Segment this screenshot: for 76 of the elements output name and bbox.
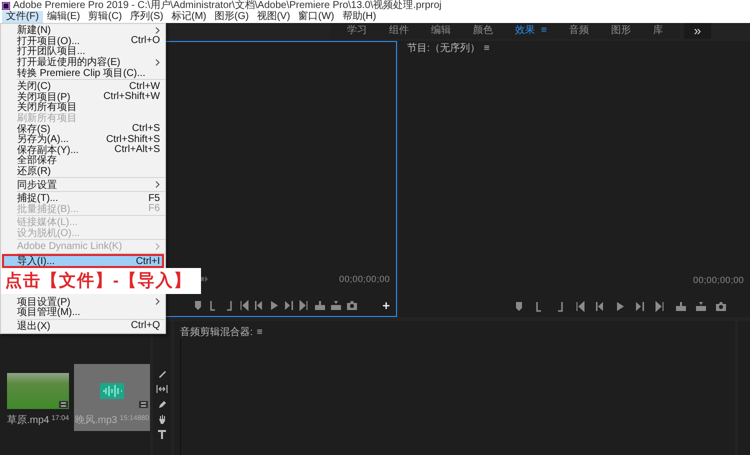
- menu-item[interactable]: 另存为(A)... Ctrl+Shift+S: [1, 134, 165, 145]
- menu-item[interactable]: 打开最近使用的内容(E): [1, 56, 165, 68]
- razor-icon[interactable]: [157, 369, 167, 379]
- menu-item[interactable]: 保存副本(Y)... Ctrl+Alt+S: [1, 144, 165, 156]
- menu-item[interactable]: 新建(N): [1, 25, 165, 36]
- workspace-tab[interactable]: 图形: [600, 23, 642, 39]
- slip-icon[interactable]: [156, 384, 168, 394]
- panel-title: 音频剪辑混合器:: [180, 326, 253, 339]
- workspace-tab[interactable]: 编辑: [420, 23, 462, 39]
- menu-item[interactable]: 关闭所有项目: [1, 102, 165, 113]
- menu-bar-item[interactable]: 文件(F): [2, 11, 43, 23]
- menu-item[interactable]: 打开团队项目...: [1, 46, 165, 57]
- menu-item[interactable]: 同步设置: [1, 179, 165, 190]
- panel-title: 节目:（无序列）: [407, 42, 480, 55]
- menu-item[interactable]: 关闭(C) Ctrl+W: [1, 80, 165, 92]
- step-forward-icon[interactable]: [284, 300, 295, 310]
- menu-item[interactable]: 退出(X) Ctrl+Q: [1, 320, 165, 332]
- camera-icon[interactable]: [715, 300, 726, 312]
- menu-item[interactable]: 全部保存: [1, 155, 165, 166]
- panel-menu-button[interactable]: ≡: [484, 42, 490, 54]
- overwrite-icon[interactable]: [330, 300, 342, 310]
- hand-icon[interactable]: [157, 414, 167, 424]
- photo-placeholder: [7, 373, 69, 409]
- menu-bar-item[interactable]: 帮助(H): [338, 11, 380, 23]
- insert-icon[interactable]: [675, 300, 686, 312]
- menu-item[interactable]: 捕捉(T)... F5: [1, 192, 165, 204]
- go-to-in-icon[interactable]: [575, 300, 586, 312]
- tab-menu-button[interactable]: ≡: [541, 23, 547, 39]
- file-name: 晚风.mp3: [75, 414, 118, 427]
- add-button[interactable]: +: [382, 298, 390, 312]
- menu-bar-item[interactable]: 序列(S): [126, 11, 168, 23]
- more-workspaces-button[interactable]: »: [684, 23, 712, 39]
- go-to-out-icon[interactable]: [299, 300, 310, 310]
- menu-bar-item[interactable]: 编辑(E): [42, 11, 84, 23]
- workspace-tab[interactable]: 库: [642, 23, 674, 39]
- step-back-icon[interactable]: [254, 300, 265, 310]
- camera-icon[interactable]: [346, 300, 358, 310]
- menu-item[interactable]: 项目管理(M)...: [1, 307, 165, 318]
- timecode: 00;00;00;00: [693, 275, 744, 285]
- menu-item[interactable]: 导入(I)... Ctrl+I: [4, 256, 162, 266]
- out-point-icon[interactable]: [224, 300, 235, 310]
- overwrite-icon[interactable]: [695, 300, 706, 312]
- menu-item[interactable]: 转换 Premiere Clip 项目(C)...: [1, 67, 165, 78]
- workspace-tab[interactable]: 效果 ≡: [504, 23, 558, 39]
- timecode: 00;00;00;00: [339, 274, 390, 284]
- play-icon[interactable]: [269, 300, 280, 310]
- go-to-in-icon[interactable]: [239, 300, 250, 310]
- play-icon[interactable]: [615, 300, 626, 312]
- menu-bar-item[interactable]: 视图(V): [252, 11, 294, 23]
- instruction-callout: 点击【文件】-【导入】: [1, 268, 201, 294]
- menu-item[interactable]: 还原(R): [1, 166, 165, 176]
- clip-badge-icon: [139, 401, 148, 408]
- menu-bar-item[interactable]: 窗口(W): [294, 11, 338, 23]
- insert-icon[interactable]: [314, 300, 326, 310]
- panel-menu-button[interactable]: ≡: [256, 326, 263, 338]
- workspace-tab[interactable]: 颜色: [462, 23, 504, 39]
- waveform-icon: [100, 383, 124, 399]
- type-tool-icon[interactable]: [157, 429, 167, 439]
- step-back-icon[interactable]: [595, 300, 606, 312]
- menu-item[interactable]: 项目设置(P): [1, 296, 165, 308]
- menu-bar-item[interactable]: 剪辑(C): [84, 11, 126, 23]
- workspace-tab[interactable]: 学习: [336, 23, 378, 39]
- clip-badge-icon: [59, 401, 68, 408]
- menu-bar-item[interactable]: 标记(M): [167, 11, 210, 23]
- menu-bar-item[interactable]: 图形(G): [210, 11, 253, 23]
- out-point-icon[interactable]: [555, 300, 566, 312]
- menu-item[interactable]: 保存(S) Ctrl+S: [1, 123, 165, 134]
- workspace-tab[interactable]: 组件: [378, 23, 420, 39]
- workspace-tab[interactable]: 音频: [558, 23, 600, 39]
- go-to-out-icon[interactable]: [655, 300, 666, 312]
- file-name: 草原.mp4: [7, 414, 50, 427]
- step-forward-icon[interactable]: [635, 300, 646, 312]
- menu-item[interactable]: 打开项目(O)... Ctrl+O: [1, 36, 165, 46]
- pen-icon[interactable]: [157, 399, 167, 409]
- menu-item[interactable]: 关闭项目(P) Ctrl+Shift+W: [1, 92, 165, 102]
- app-logo-icon: [2, 2, 10, 10]
